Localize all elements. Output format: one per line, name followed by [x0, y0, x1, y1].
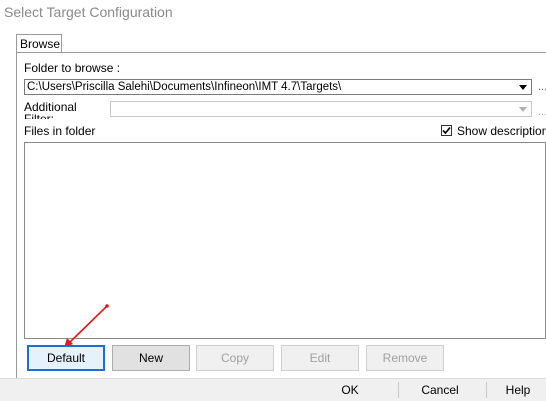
cancel-button[interactable]: Cancel — [402, 380, 478, 400]
remove-button[interactable]: Remove — [366, 345, 444, 371]
show-descriptions-checkbox[interactable] — [441, 125, 452, 136]
browse-folder-button[interactable]: ... — [538, 81, 546, 93]
chevron-down-icon[interactable] — [515, 102, 531, 116]
window-title: Select Target Configuration — [4, 4, 173, 20]
folder-path-value: C:\Users\Priscilla Salehi\Documents\Infi… — [27, 81, 342, 93]
show-descriptions-label: Show descriptions — [457, 124, 546, 138]
checkmark-icon — [442, 126, 451, 135]
filter-combobox[interactable] — [110, 101, 532, 117]
chevron-down-icon[interactable] — [515, 80, 531, 94]
default-button[interactable]: Default — [27, 345, 105, 371]
separator — [486, 382, 487, 398]
tab-browse[interactable]: Browse — [16, 34, 62, 52]
filter-label-line2: Filter: — [24, 113, 54, 119]
copy-button[interactable]: Copy — [196, 345, 274, 371]
separator — [398, 382, 399, 398]
folder-label: Folder to browse : — [24, 61, 121, 75]
ok-button[interactable]: OK — [312, 380, 388, 400]
new-button[interactable]: New — [112, 345, 190, 371]
edit-button[interactable]: Edit — [281, 345, 359, 371]
files-label: Files in folder — [24, 124, 96, 138]
help-button[interactable]: Help — [490, 380, 546, 400]
filter-label-line1: Additional — [24, 100, 77, 114]
folder-combobox[interactable]: C:\Users\Priscilla Salehi\Documents\Infi… — [24, 79, 532, 95]
filter-browse-button[interactable]: ... — [538, 106, 546, 118]
